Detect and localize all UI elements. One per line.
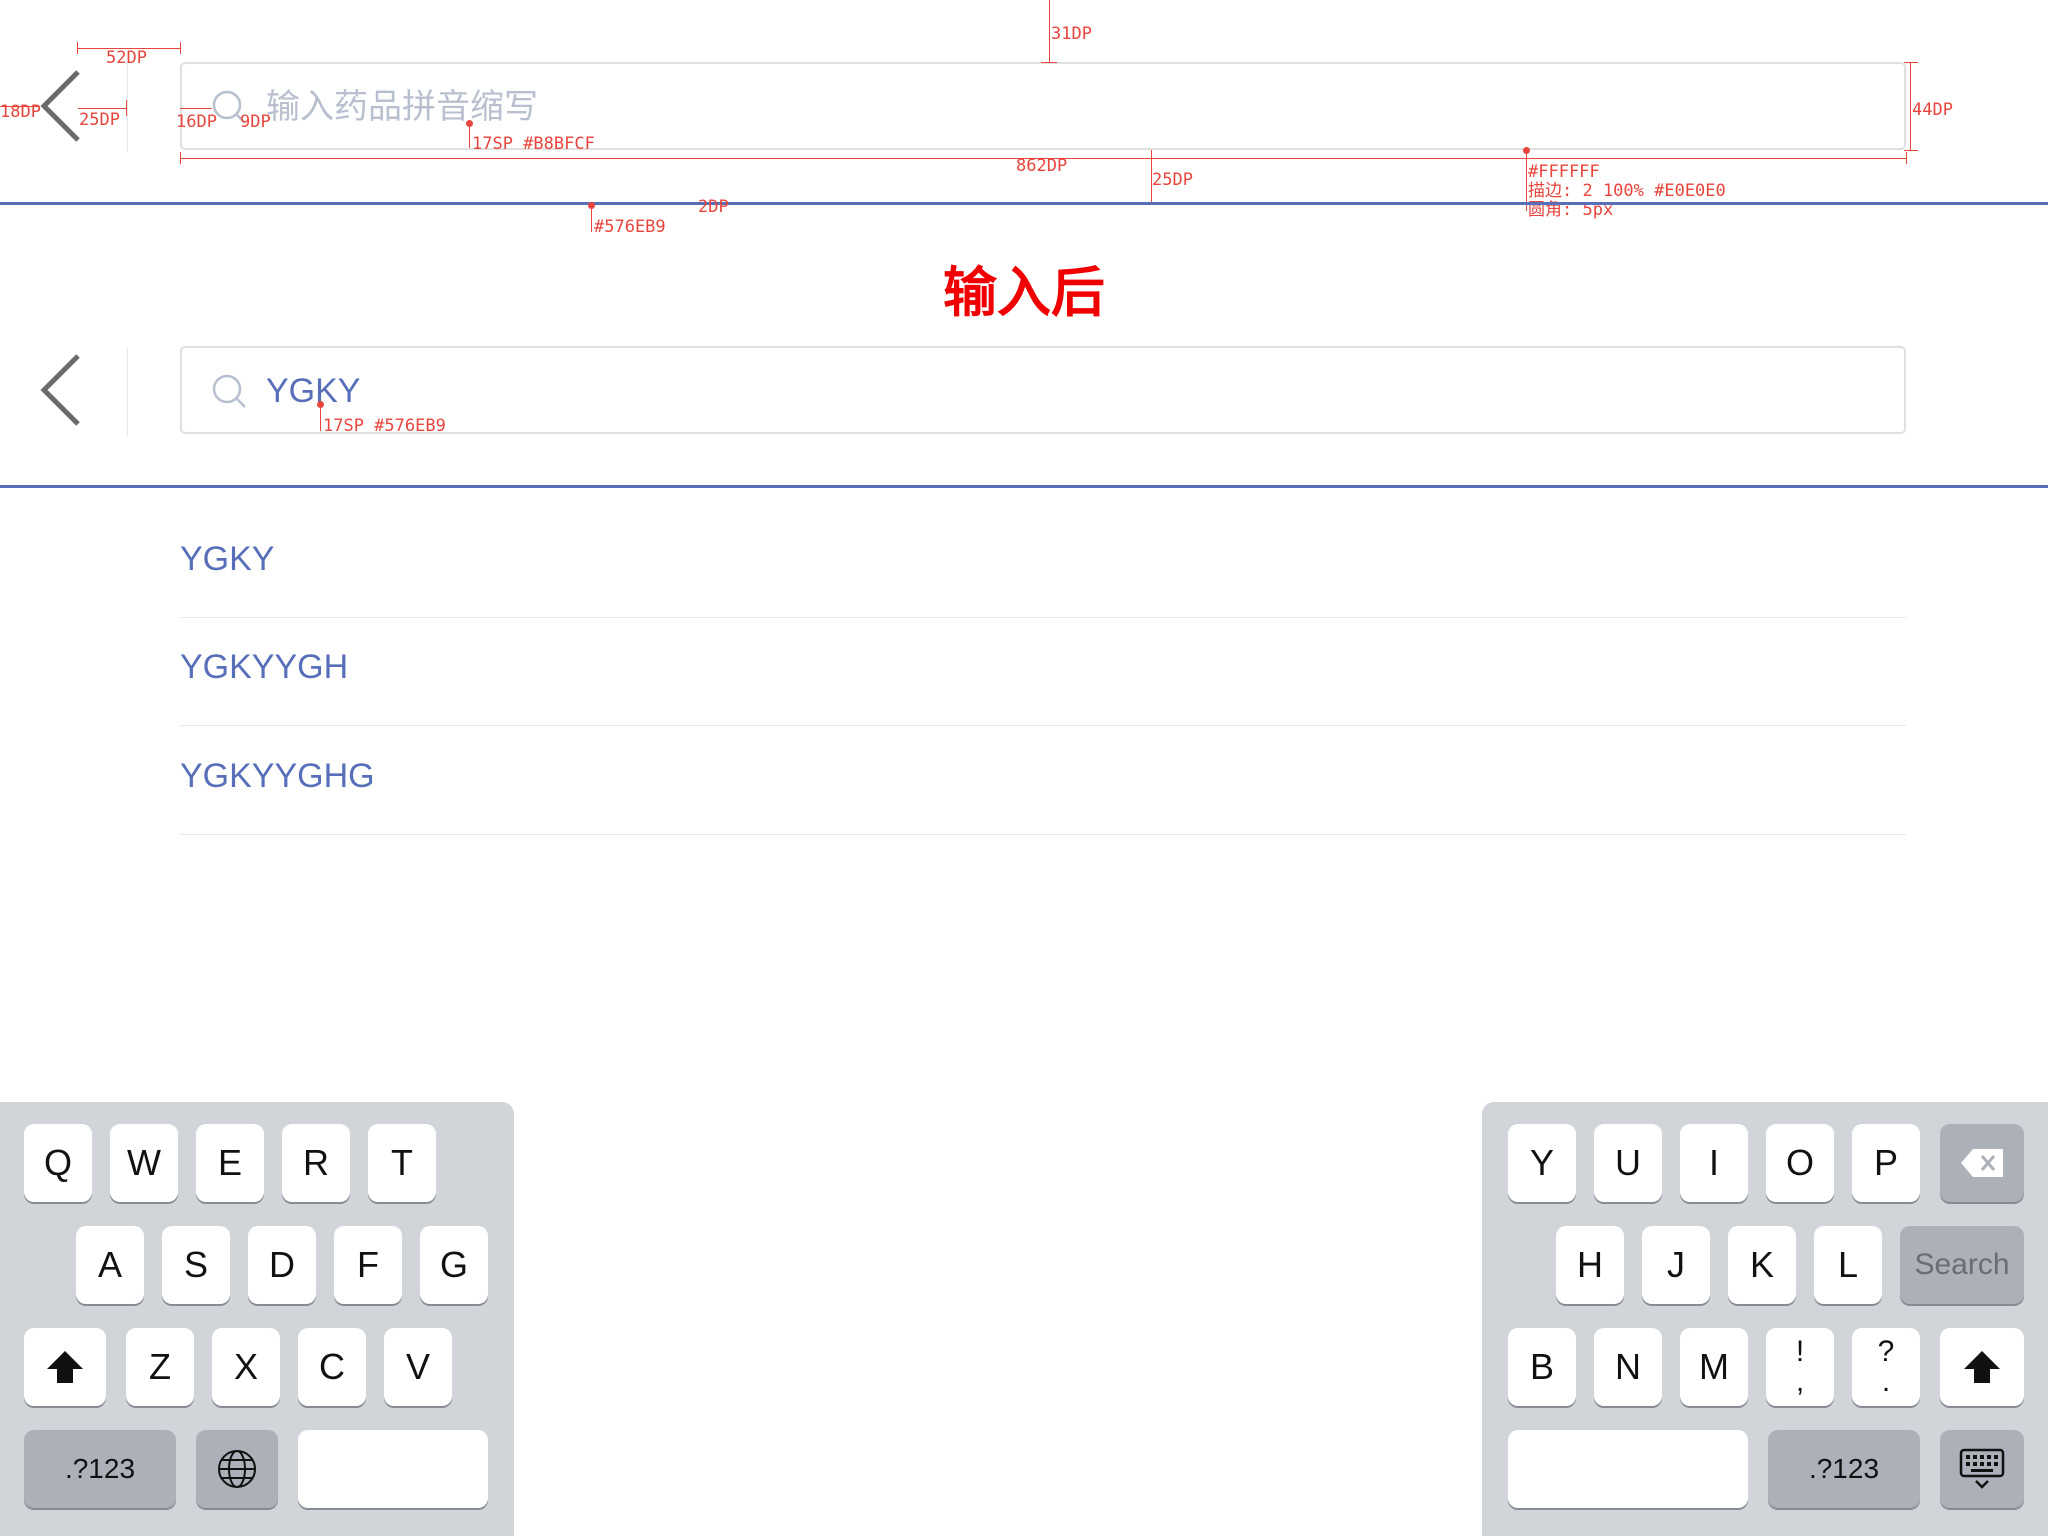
suggestion-label: YGKYYGHG xyxy=(180,757,375,795)
key-exclaim-comma[interactable]: ! , xyxy=(1766,1328,1834,1406)
key-f[interactable]: F xyxy=(334,1226,402,1304)
key-l[interactable]: L xyxy=(1814,1226,1882,1304)
annotation-line-color: #576EB9 xyxy=(594,217,666,237)
annotation-box-width: 862DP xyxy=(1016,156,1068,176)
key-j[interactable]: J xyxy=(1642,1226,1710,1304)
key-r[interactable]: R xyxy=(282,1124,350,1202)
key-u[interactable]: U xyxy=(1594,1124,1662,1202)
back-arrow-icon[interactable] xyxy=(36,66,96,146)
backspace-icon xyxy=(1961,1149,2003,1177)
key-o[interactable]: O xyxy=(1766,1124,1834,1202)
annotation-input-spec: 17SP #576EB9 xyxy=(323,416,446,436)
key-n[interactable]: N xyxy=(1594,1328,1662,1406)
keyboard-right-panel: Y U I O P H J K L Search B N M ! , ? . .… xyxy=(1482,1102,2048,1536)
key-question-period[interactable]: ? . xyxy=(1852,1328,1920,1406)
globe-icon xyxy=(218,1450,256,1488)
key-i[interactable]: I xyxy=(1680,1124,1748,1202)
numbers-key[interactable]: .?123 xyxy=(1768,1430,1920,1508)
key-e[interactable]: E xyxy=(196,1124,264,1202)
search-box-empty[interactable]: 输入药品拼音缩写 xyxy=(180,62,1906,150)
key-y[interactable]: Y xyxy=(1508,1124,1576,1202)
keyboard-left-panel: Q W E R T A S D F G Z X C V .?123 xyxy=(0,1102,514,1536)
annotation-line-height: 2DP xyxy=(698,197,729,217)
space-key-right[interactable] xyxy=(1508,1430,1748,1508)
annotation-placeholder-spec: 17SP #B8BFCF xyxy=(472,134,595,154)
header-bottom-line xyxy=(0,485,2048,488)
key-top-char: ! xyxy=(1795,1335,1805,1368)
key-top-char: ? xyxy=(1877,1335,1895,1368)
key-z[interactable]: Z xyxy=(126,1328,194,1406)
key-d[interactable]: D xyxy=(248,1226,316,1304)
search-placeholder: 输入药品拼音缩写 xyxy=(266,88,538,126)
annotation-back-left: 18DP xyxy=(0,102,41,122)
key-s[interactable]: S xyxy=(162,1226,230,1304)
shift-key[interactable] xyxy=(1940,1328,2024,1406)
annotation-box-stroke: 描边: 2 100% #E0E0E0 xyxy=(1528,181,1726,201)
key-k[interactable]: K xyxy=(1728,1226,1796,1304)
header-bottom-line xyxy=(0,202,2048,205)
backspace-key[interactable] xyxy=(1940,1124,2024,1202)
shift-key[interactable] xyxy=(24,1328,106,1406)
annotation-bottom-margin: 25DP xyxy=(1152,170,1193,190)
key-b[interactable]: B xyxy=(1508,1328,1576,1406)
key-v[interactable]: V xyxy=(384,1328,452,1406)
annotation-icon-gap: 9DP xyxy=(240,112,271,132)
suggestion-label: YGKY xyxy=(180,540,275,578)
key-a[interactable]: A xyxy=(76,1226,144,1304)
keyboard-dismiss-icon xyxy=(1959,1448,2005,1489)
back-divider xyxy=(127,348,128,436)
back-divider xyxy=(127,64,128,152)
annotation-box-fill: #FFFFFF xyxy=(1528,162,1600,182)
search-input-value[interactable]: YGKY xyxy=(266,374,360,408)
suggestion-label: YGKYYGH xyxy=(180,648,349,686)
key-bottom-char: , xyxy=(1795,1365,1805,1398)
back-arrow-icon[interactable] xyxy=(36,350,96,430)
shift-arrow-icon xyxy=(47,1351,83,1383)
key-c[interactable]: C xyxy=(298,1328,366,1406)
annotation-back-width: 52DP xyxy=(106,48,147,68)
section-title: 输入后 xyxy=(943,261,1105,324)
key-p[interactable]: P xyxy=(1852,1124,1920,1202)
search-icon xyxy=(212,374,246,408)
globe-key[interactable] xyxy=(196,1430,278,1508)
key-x[interactable]: X xyxy=(212,1328,280,1406)
key-h[interactable]: H xyxy=(1556,1226,1624,1304)
suggestion-item[interactable]: YGKYYGHG xyxy=(180,727,1906,835)
suggestion-item[interactable]: YGKY xyxy=(180,510,1906,618)
key-g[interactable]: G xyxy=(420,1226,488,1304)
shift-arrow-icon xyxy=(1964,1351,2000,1383)
suggestion-item[interactable]: YGKYYGH xyxy=(180,618,1906,726)
search-key[interactable]: Search xyxy=(1900,1226,2024,1304)
dismiss-keyboard-key[interactable] xyxy=(1940,1430,2024,1508)
annotation-box-height: 44DP xyxy=(1912,100,1953,120)
key-bottom-char: . xyxy=(1881,1365,1891,1398)
numbers-key[interactable]: .?123 xyxy=(24,1430,176,1508)
key-t[interactable]: T xyxy=(368,1124,436,1202)
space-key-left[interactable] xyxy=(298,1430,488,1508)
annotation-top-margin: 31DP xyxy=(1051,24,1092,44)
key-q[interactable]: Q xyxy=(24,1124,92,1202)
key-w[interactable]: W xyxy=(110,1124,178,1202)
annotation-back-icon: 25DP xyxy=(79,110,120,130)
key-m[interactable]: M xyxy=(1680,1328,1748,1406)
annotation-icon-padding: 16DP xyxy=(176,112,217,132)
